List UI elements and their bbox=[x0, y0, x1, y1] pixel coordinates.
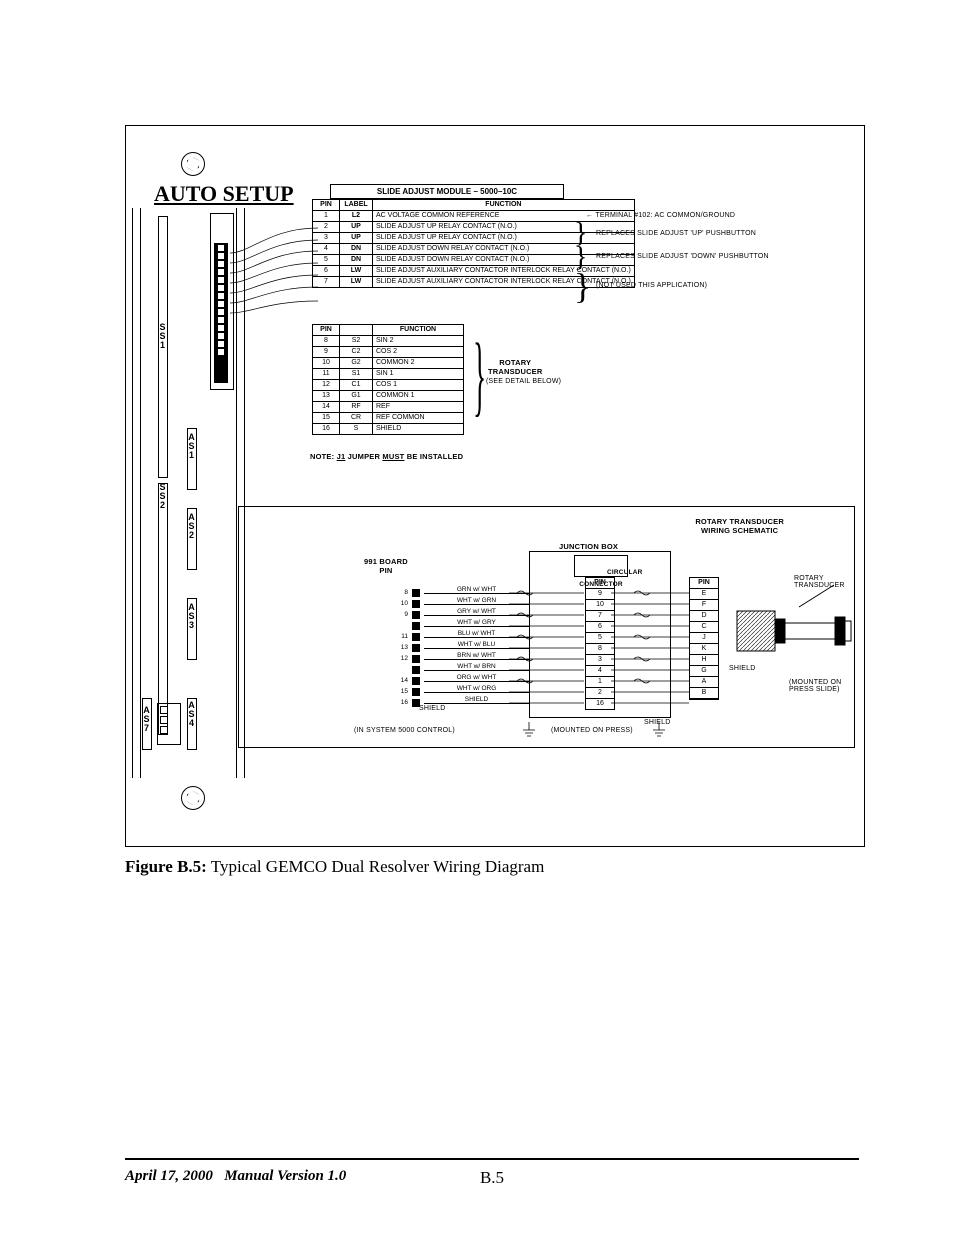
lower-schematic-box: ROTARY TRANSDUCER WIRING SCHEMATIC JUNCT… bbox=[238, 506, 855, 748]
slot-label-as7: A S 7 bbox=[142, 706, 151, 733]
page-footer: April 17, 2000 Manual Version 1.0 B.5 bbox=[125, 1158, 859, 1185]
figure-caption: Figure B.5: Typical GEMCO Dual Resolver … bbox=[125, 857, 859, 877]
note-notused: (NOT USED THIS APPLICATION) bbox=[596, 282, 707, 289]
slot-label-as2: A S 2 bbox=[187, 513, 196, 540]
jumper-note: NOTE: J1 JUMPER MUST BE INSTALLED bbox=[310, 452, 463, 461]
auto-setup-title: AUTO SETUP bbox=[154, 181, 294, 207]
rotary-transducer-label: ROTARY TRANSDUCER bbox=[488, 358, 543, 376]
bolt-icon bbox=[181, 786, 205, 810]
wiring-diagram-figure: AUTO SETUP S S 1 S S 2 A S 1 A S 2 A S 3… bbox=[125, 125, 865, 847]
rotary-transducer-sub: (SEE DETAIL BELOW) bbox=[486, 378, 561, 385]
in-system-note: (IN SYSTEM 5000 CONTROL) bbox=[354, 727, 455, 734]
slot-label-as4: A S 4 bbox=[187, 701, 196, 728]
mounted-slide-note: (MOUNTED ON PRESS SLIDE) bbox=[789, 679, 854, 693]
pin-table-2: PIN FUNCTION 8S2SIN 29C2COS 210G2COMMON … bbox=[312, 324, 464, 435]
slot-label-ss2: S S 2 bbox=[158, 483, 167, 510]
note-up: REPLACES SLIDE ADJUST 'UP' PUSHBUTTON bbox=[596, 230, 756, 237]
rotary-transducer-small-label: ROTARY TRANSDUCER bbox=[794, 575, 854, 589]
module-title: SLIDE ADJUST MODULE – 5000–10C bbox=[330, 184, 564, 199]
note-dn: REPLACES SLIDE ADJUST 'DOWN' PUSHBUTTON bbox=[596, 253, 769, 260]
note-terminal: ← TERMINAL #102: AC COMMON/GROUND bbox=[586, 212, 735, 219]
slot-label-as1: A S 1 bbox=[187, 433, 196, 460]
mounted-press-note: (MOUNTED ON PRESS) bbox=[551, 727, 633, 734]
page-number: B.5 bbox=[125, 1168, 859, 1188]
bolt-icon bbox=[181, 152, 205, 176]
slot-label-as3: A S 3 bbox=[187, 603, 196, 630]
slot-label-ss1: S S 1 bbox=[158, 323, 167, 350]
